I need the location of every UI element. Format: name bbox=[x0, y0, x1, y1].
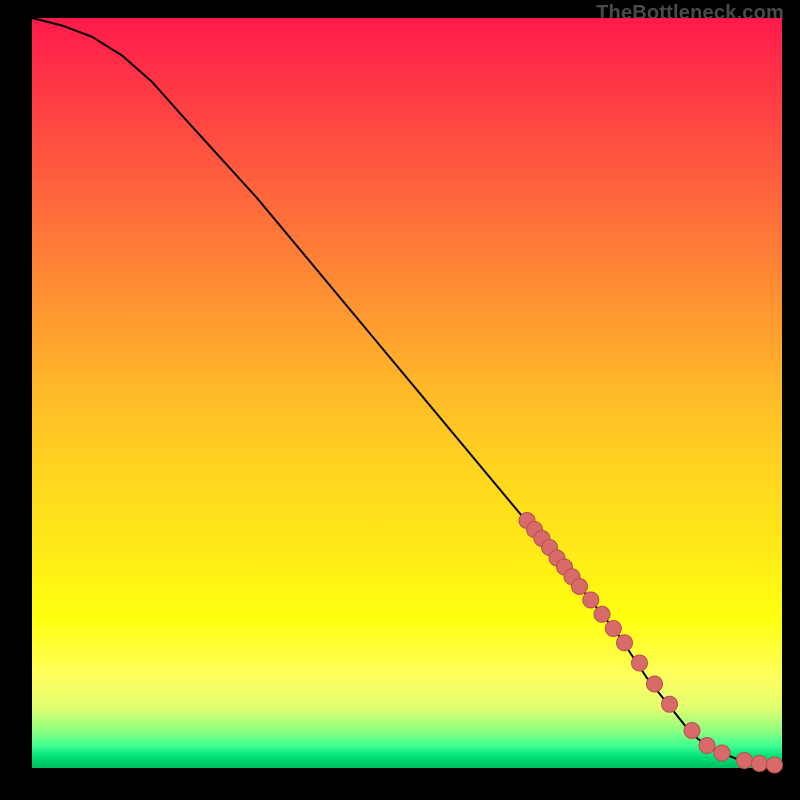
data-point bbox=[737, 753, 753, 769]
data-point bbox=[662, 696, 678, 712]
data-point bbox=[752, 756, 768, 772]
data-point bbox=[583, 592, 599, 608]
data-point bbox=[767, 757, 783, 773]
data-point bbox=[699, 738, 715, 754]
chart-stage: TheBottleneck.com bbox=[0, 0, 800, 800]
data-point bbox=[714, 745, 730, 761]
data-point bbox=[617, 635, 633, 651]
chart-svg bbox=[32, 18, 782, 768]
data-point bbox=[572, 579, 588, 595]
data-point bbox=[647, 676, 663, 692]
data-point bbox=[632, 655, 648, 671]
data-point bbox=[684, 723, 700, 739]
scatter-points bbox=[519, 513, 783, 774]
bottleneck-curve bbox=[32, 18, 782, 766]
data-point bbox=[605, 621, 621, 637]
plot-area bbox=[32, 18, 782, 768]
data-point bbox=[594, 606, 610, 622]
